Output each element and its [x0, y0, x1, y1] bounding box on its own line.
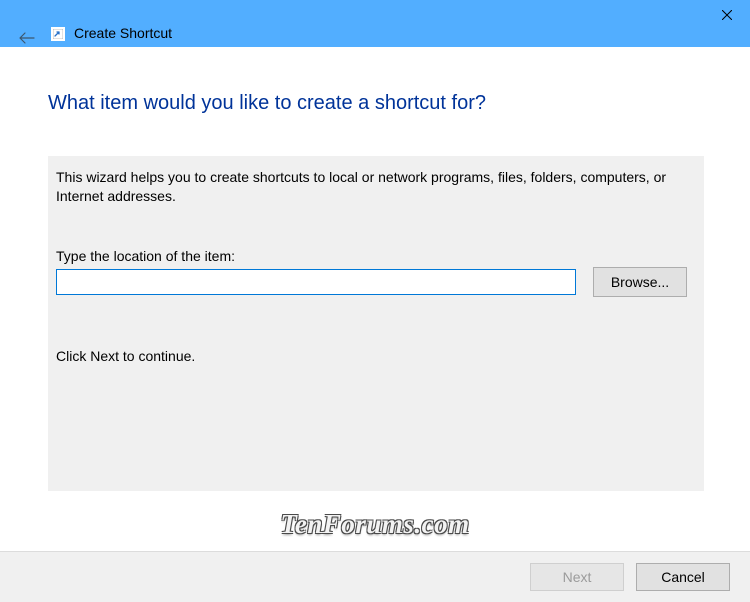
titlebar: Create Shortcut [0, 0, 750, 47]
cancel-button[interactable]: Cancel [636, 563, 730, 591]
location-input[interactable] [56, 269, 576, 295]
continue-text: Click Next to continue. [56, 348, 195, 364]
shortcut-icon [51, 27, 65, 41]
back-button[interactable] [17, 28, 37, 48]
description-text: This wizard helps you to create shortcut… [56, 168, 688, 206]
browse-button[interactable]: Browse... [593, 267, 687, 297]
page-heading: What item would you like to create a sho… [48, 92, 486, 115]
wizard-panel: This wizard helps you to create shortcut… [48, 156, 704, 491]
location-label: Type the location of the item: [56, 248, 235, 264]
close-icon [722, 10, 732, 20]
next-button: Next [530, 563, 624, 591]
content-area: What item would you like to create a sho… [0, 47, 750, 602]
footer-bar: Next Cancel [0, 551, 750, 602]
watermark-text: TenForums.com [0, 509, 750, 540]
back-arrow-icon [19, 32, 35, 44]
window-title: Create Shortcut [74, 25, 172, 41]
close-button[interactable] [704, 0, 750, 30]
